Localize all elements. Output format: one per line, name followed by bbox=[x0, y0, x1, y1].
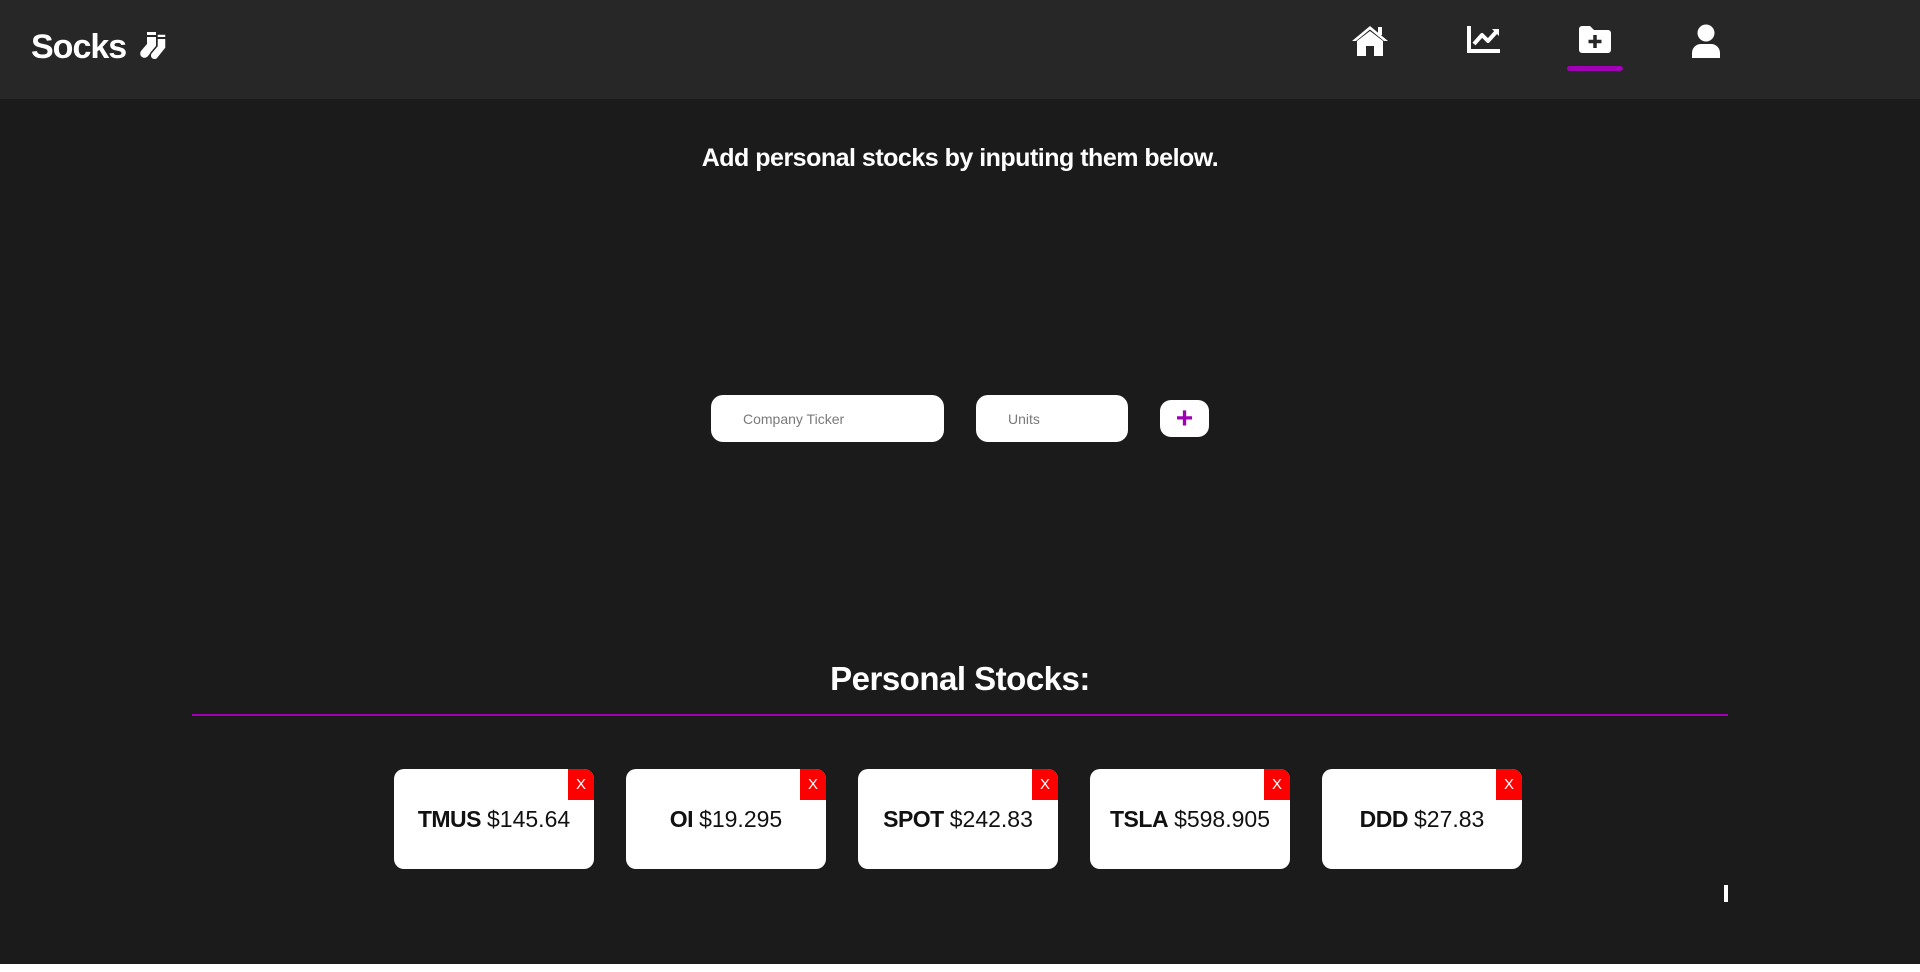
company-ticker-input[interactable] bbox=[711, 395, 944, 442]
nav-profile[interactable] bbox=[1678, 24, 1734, 72]
stock-ticker: TMUS bbox=[417, 805, 482, 832]
socks-icon bbox=[134, 31, 168, 63]
stock-price: $242.83 bbox=[949, 805, 1033, 832]
stock-ticker: SPOT bbox=[883, 805, 944, 832]
brand-logo[interactable]: Socks bbox=[31, 26, 168, 68]
stock-card: SPOT $242.83 X bbox=[858, 769, 1058, 869]
stock-ticker: DDD bbox=[1359, 805, 1409, 832]
stock-price: $27.83 bbox=[1413, 805, 1485, 832]
stock-ticker: TSLA bbox=[1110, 805, 1169, 832]
plus-icon: + bbox=[1175, 401, 1194, 435]
stock-card: OI $19.295 X bbox=[626, 769, 826, 869]
stock-card: TMUS $145.64 X bbox=[394, 769, 594, 869]
stock-card: DDD $27.83 X bbox=[1322, 769, 1522, 869]
remove-stock-button[interactable]: X bbox=[800, 769, 826, 800]
remove-stock-button[interactable]: X bbox=[1264, 769, 1290, 800]
intro-text: Add personal stocks by inputing them bel… bbox=[701, 144, 1219, 172]
chart-line-icon bbox=[1466, 24, 1502, 54]
stock-price: $145.64 bbox=[487, 805, 571, 832]
text-cursor bbox=[1724, 885, 1728, 902]
personal-stocks-title: Personal Stocks: bbox=[830, 660, 1090, 697]
section-divider bbox=[192, 714, 1728, 716]
home-icon bbox=[1350, 24, 1390, 58]
stock-ticker: OI bbox=[669, 805, 694, 832]
remove-stock-button[interactable]: X bbox=[1032, 769, 1058, 800]
remove-stock-button[interactable]: X bbox=[1496, 769, 1522, 800]
units-input[interactable] bbox=[976, 395, 1128, 442]
brand-name: Socks bbox=[31, 28, 127, 66]
add-stock-button[interactable]: + bbox=[1160, 400, 1209, 437]
remove-stock-button[interactable]: X bbox=[568, 769, 594, 800]
navbar: Socks bbox=[0, 0, 1920, 99]
nav-home[interactable] bbox=[1342, 24, 1398, 72]
nav-chart[interactable] bbox=[1456, 24, 1512, 72]
stock-card: TSLA $598.905 X bbox=[1090, 769, 1290, 869]
stock-price: $598.905 bbox=[1174, 805, 1270, 832]
app-root: Socks Add personal stocks by inputing th… bbox=[0, 0, 1920, 964]
user-icon bbox=[1690, 24, 1722, 60]
stock-price: $19.295 bbox=[699, 805, 783, 832]
folder-plus-icon bbox=[1577, 24, 1613, 54]
nav-add-stocks[interactable] bbox=[1567, 24, 1623, 72]
stock-card-list: TMUS $145.64 X OI $19.295 X SPOT $242.83… bbox=[394, 769, 1522, 869]
active-tab-indicator bbox=[1567, 66, 1623, 71]
